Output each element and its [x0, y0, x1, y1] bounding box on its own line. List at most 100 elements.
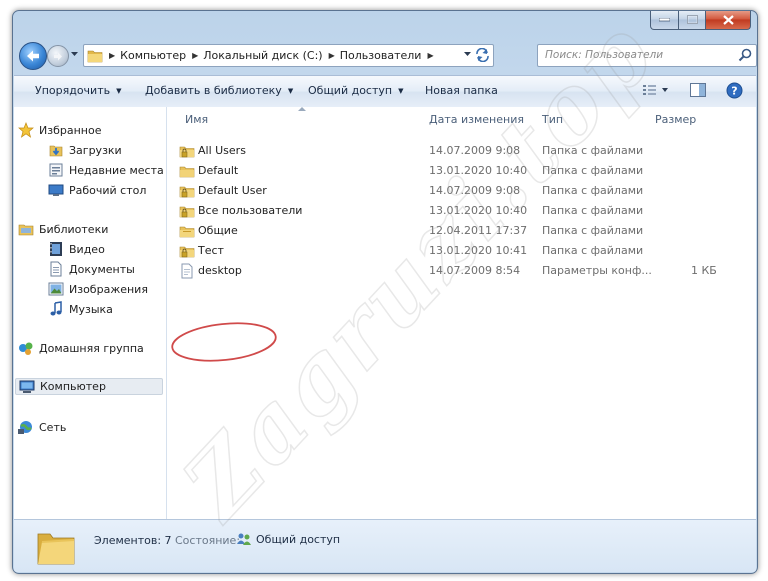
caption-buttons [650, 11, 751, 30]
nav-libraries[interactable]: Библиотеки [18, 220, 108, 238]
forward-arrow-icon [54, 52, 62, 60]
minimize-icon [659, 17, 670, 21]
maximize-icon [686, 15, 698, 24]
file-row[interactable]: Все пользователи 13.01.2020 10:40 Папка … [179, 201, 749, 220]
minimize-button[interactable] [650, 11, 679, 30]
help-icon: ? [726, 82, 743, 99]
file-date: 14.07.2009 8:54 [429, 264, 521, 277]
maximize-button[interactable] [679, 11, 706, 30]
add-to-library-button[interactable]: Добавить в библиотеку ▼ [145, 84, 293, 97]
file-date: 13.01.2020 10:40 [429, 164, 528, 177]
settings-file-icon [181, 263, 193, 279]
preview-pane-icon [690, 83, 706, 97]
chevron-down-icon: ▼ [398, 86, 404, 95]
file-type: Папка с файлами [542, 164, 644, 177]
search-box[interactable] [537, 44, 757, 67]
nav-favorites[interactable]: Избранное [18, 121, 101, 139]
nav-downloads[interactable]: Загрузки [48, 141, 122, 159]
folder-icon [179, 166, 195, 178]
file-type: Параметры конф... [542, 264, 652, 277]
file-list: Имя Дата изменения Тип Размер All Users … [167, 107, 756, 519]
preview-pane-button[interactable] [689, 82, 707, 101]
search-input[interactable] [545, 45, 735, 64]
refresh-icon[interactable] [475, 48, 490, 62]
folder-icon [87, 50, 103, 62]
navigation-bar: ▶ Компьютер ▶ Локальный диск (C:) ▶ Пользов… [19, 41, 757, 71]
column-header-name[interactable]: Имя [185, 113, 208, 126]
homegroup-icon [19, 342, 33, 355]
nav-pictures[interactable]: Изображения [48, 280, 148, 298]
nav-desktop[interactable]: Рабочий стол [48, 181, 146, 199]
navigation-pane: Избранное Загрузки Недавние места Рабочи… [14, 107, 167, 519]
help-button[interactable]: ? [726, 82, 743, 102]
star-icon [18, 122, 34, 138]
computer-icon [19, 380, 35, 393]
file-type: Папка с файлами [542, 224, 644, 237]
documents-icon [50, 261, 62, 277]
content-area: Избранное Загрузки Недавние места Рабочи… [14, 107, 756, 519]
locked-folder-icon [179, 206, 195, 218]
breadcrumb-local-disk[interactable]: ▶ Локальный диск (C:) [186, 45, 323, 66]
nav-homegroup[interactable]: Домашняя группа [18, 339, 144, 357]
library-icon [18, 224, 34, 236]
folder-icon [179, 226, 195, 238]
nav-network[interactable]: Сеть [18, 418, 66, 436]
chevron-right-icon: ▶ [427, 51, 434, 60]
file-name: Все пользователи [198, 204, 303, 217]
downloads-icon [49, 145, 63, 157]
locked-folder-icon [179, 186, 195, 198]
file-type: Папка с файлами [542, 144, 644, 157]
back-button[interactable] [19, 42, 47, 70]
file-name: All Users [198, 144, 246, 157]
details-pane: Элементов: 7 Состояние: Общий доступ [14, 519, 756, 572]
column-header-size[interactable]: Размер [655, 113, 696, 126]
back-arrow-icon [27, 50, 39, 62]
file-row[interactable]: desktop 14.07.2009 8:54 Параметры конф..… [179, 261, 749, 280]
nav-music[interactable]: Музыка [48, 300, 113, 318]
file-type: Папка с файлами [542, 184, 644, 197]
file-date: 12.04.2011 17:37 [429, 224, 528, 237]
nav-documents[interactable]: Документы [48, 260, 135, 278]
file-row[interactable]: All Users 14.07.2009 9:08 Папка с файлам… [179, 141, 749, 160]
organize-button[interactable]: Упорядочить ▼ [35, 84, 122, 97]
file-name: desktop [198, 264, 242, 277]
chevron-right-icon: ▶ [109, 51, 116, 60]
view-details-icon [643, 85, 668, 95]
file-date: 14.07.2009 9:08 [429, 184, 521, 197]
nav-recent-places[interactable]: Недавние места [48, 161, 164, 179]
column-header-type[interactable]: Тип [542, 113, 563, 126]
nav-computer[interactable]: Компьютер [15, 378, 163, 395]
search-icon[interactable] [738, 48, 752, 62]
folder-icon [37, 533, 75, 565]
recent-pages-dropdown-icon[interactable] [71, 52, 78, 57]
file-row[interactable]: Default User 14.07.2009 9:08 Папка с фай… [179, 181, 749, 200]
pictures-icon [48, 282, 64, 296]
video-icon [50, 242, 62, 256]
column-header-date[interactable]: Дата изменения [429, 113, 524, 126]
close-icon [722, 14, 734, 25]
breadcrumb-computer[interactable]: ▶ Компьютер [103, 45, 186, 66]
chevron-right-icon: ▶ [328, 51, 335, 60]
command-bar: Упорядочить ▼ Добавить в библиотеку ▼ Общи… [14, 75, 756, 108]
file-row[interactable]: Тест 13.01.2020 10:41 Папка с файлами [179, 241, 749, 260]
file-type: Папка с файлами [542, 204, 644, 217]
desktop-icon [48, 184, 64, 196]
file-row[interactable]: Default 13.01.2020 10:40 Папка с файлами [179, 161, 749, 180]
file-date: 13.01.2020 10:41 [429, 244, 528, 257]
address-bar[interactable]: ▶ Компьютер ▶ Локальный диск (C:) ▶ Пользов… [83, 44, 494, 67]
forward-button[interactable] [47, 45, 69, 67]
breadcrumb-subfolder-dropdown[interactable]: ▶ [421, 45, 438, 66]
address-history-dropdown-icon[interactable] [464, 52, 471, 57]
file-date: 13.01.2020 10:40 [429, 204, 528, 217]
share-state: Общий доступ [236, 531, 340, 547]
share-button[interactable]: Общий доступ ▼ [308, 84, 403, 97]
explorer-window: ▶ Компьютер ▶ Локальный диск (C:) ▶ Пользов… [12, 10, 758, 574]
nav-video[interactable]: Видео [48, 240, 105, 258]
close-button[interactable] [706, 11, 751, 30]
new-folder-button[interactable]: Новая папка [425, 84, 498, 97]
file-row[interactable]: Общие 12.04.2011 17:37 Папка с файлами [179, 221, 749, 240]
breadcrumb-users[interactable]: ▶ Пользователи [323, 45, 422, 66]
file-name: Тест [198, 244, 224, 257]
change-view-button[interactable] [642, 82, 670, 101]
file-name: Общие [198, 224, 238, 237]
